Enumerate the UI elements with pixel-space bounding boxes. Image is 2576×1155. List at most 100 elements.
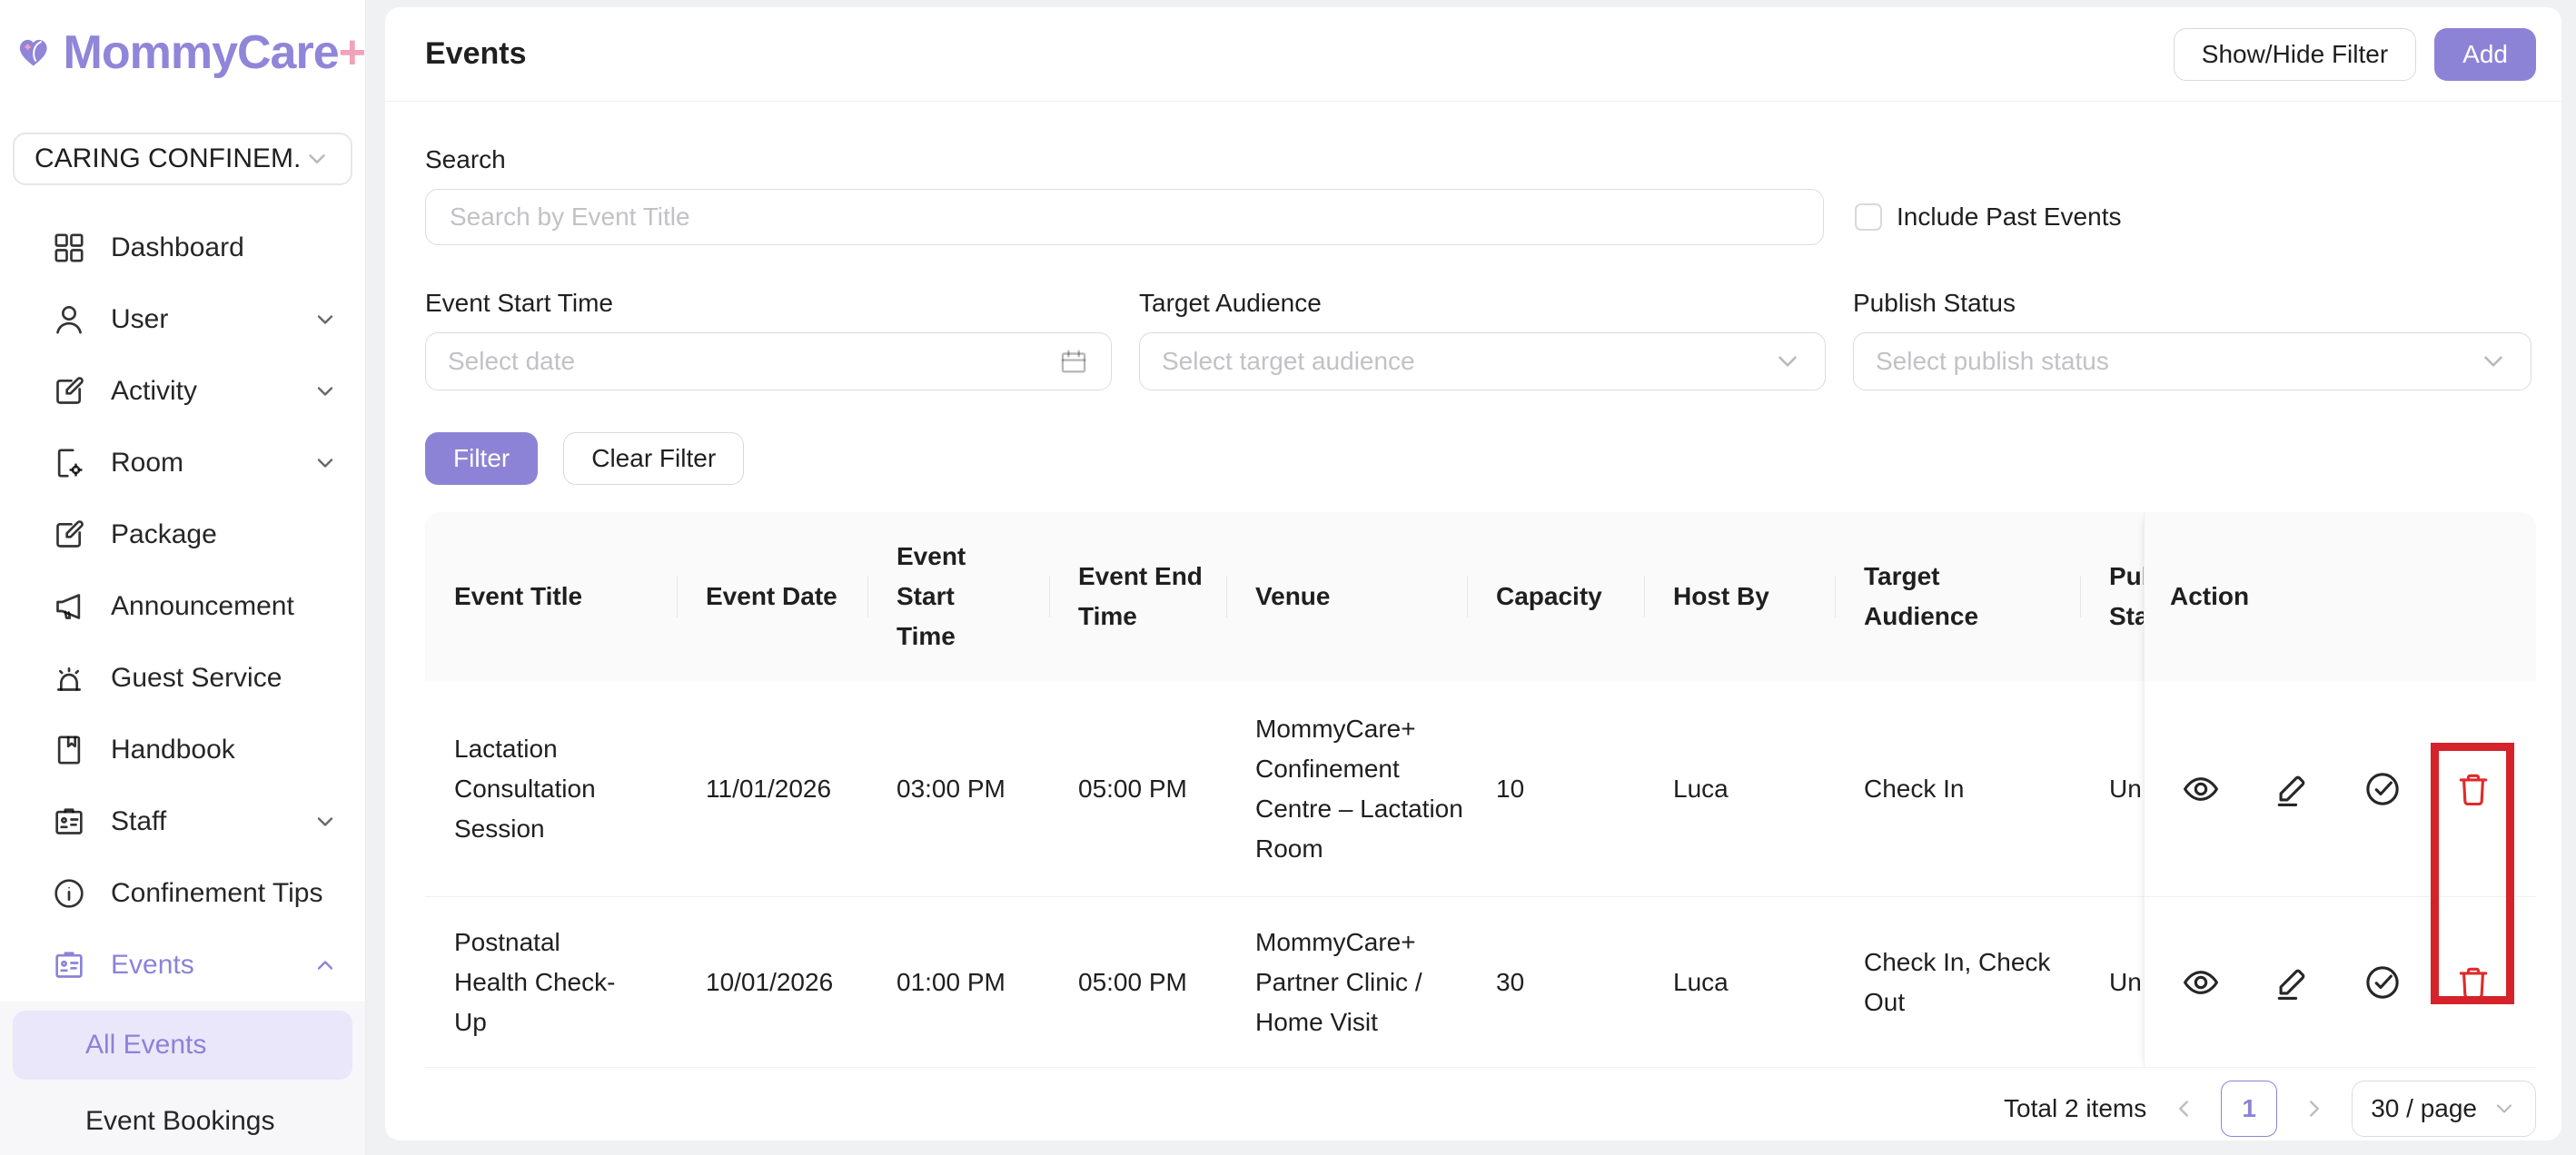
search-label: Search xyxy=(425,145,2536,174)
company-selector-value: CARING CONFINEM... xyxy=(35,143,303,174)
sidebar: MommyCare+ CARING CONFINEM... Dashboard … xyxy=(0,0,366,1155)
heart-logo-icon xyxy=(16,15,51,90)
book-icon xyxy=(51,732,87,768)
search-row: Include Past Events xyxy=(425,189,2536,245)
target-audience-cell: Check In xyxy=(1835,681,2080,896)
action-cell xyxy=(2145,681,2536,897)
calendar-icon xyxy=(1058,346,1089,377)
chevron-down-icon xyxy=(312,450,338,476)
megaphone-icon xyxy=(51,588,87,625)
target-audience-label: Target Audience xyxy=(1139,289,1826,318)
column-header-event-end-time: Event End Time xyxy=(1049,512,1226,681)
sidebar-item-confinement-tips[interactable]: Confinement Tips xyxy=(0,858,365,930)
edit-event-icon[interactable] xyxy=(2272,962,2312,1002)
user-icon xyxy=(51,301,87,338)
page-size-select[interactable]: 30 / page xyxy=(2352,1081,2536,1137)
event-start-time-cell: 03:00 PM xyxy=(867,681,1049,896)
event-title-cell: Lactation Consultation Session xyxy=(425,681,677,896)
chevron-down-icon xyxy=(2478,346,2509,377)
view-event-icon[interactable] xyxy=(2181,769,2221,809)
column-header-event-start-time: Event Start Time xyxy=(867,512,1049,681)
sidebar-item-guest-service[interactable]: Guest Service xyxy=(0,643,365,715)
host-by-cell: Luca xyxy=(1644,897,1835,1067)
events-table: Event Title Event Date Event Start Time … xyxy=(425,512,2536,1068)
capacity-cell: 30 xyxy=(1467,897,1644,1067)
sidebar-item-dashboard[interactable]: Dashboard xyxy=(0,212,365,284)
event-start-time-field: Event Start Time xyxy=(425,289,1112,390)
dashboard-icon xyxy=(51,230,87,266)
previous-page-icon[interactable] xyxy=(2170,1095,2197,1122)
column-header-event-date: Event Date xyxy=(677,512,867,681)
next-page-icon[interactable] xyxy=(2301,1095,2328,1122)
date-picker[interactable] xyxy=(425,332,1112,390)
filter-button[interactable]: Filter xyxy=(425,432,538,485)
publish-event-icon[interactable] xyxy=(2363,962,2403,1002)
sidebar-item-room[interactable]: Room xyxy=(0,428,365,499)
header-actions: Show/Hide Filter Add xyxy=(2174,28,2536,81)
events-card: Events Show/Hide Filter Add Search Inclu… xyxy=(385,7,2561,1140)
delete-event-icon[interactable] xyxy=(2453,769,2493,809)
sidebar-item-activity[interactable]: Activity xyxy=(0,356,365,428)
chevron-down-icon xyxy=(312,379,338,404)
chevron-down-icon xyxy=(2492,1096,2517,1121)
column-header-venue: Venue xyxy=(1226,512,1467,681)
show-hide-filter-button[interactable]: Show/Hide Filter xyxy=(2174,28,2416,81)
sidebar-item-all-events[interactable]: All Events xyxy=(13,1011,352,1080)
include-past-events-label: Include Past Events xyxy=(1897,202,2121,232)
column-header-capacity: Capacity xyxy=(1467,512,1644,681)
venue-cell: MommyCare+ Confinement Centre – Lactatio… xyxy=(1226,681,1467,896)
add-button[interactable]: Add xyxy=(2434,28,2536,81)
pagination: Total 2 items 1 30 / page xyxy=(425,1081,2536,1137)
chevron-down-icon xyxy=(312,307,338,332)
sidebar-item-event-bookings[interactable]: Event Bookings xyxy=(13,1087,352,1155)
search-input[interactable] xyxy=(425,189,1824,245)
events-icon xyxy=(51,947,87,983)
sidebar-item-user[interactable]: User xyxy=(0,284,365,356)
event-date-cell: 10/01/2026 xyxy=(677,897,867,1067)
sidebar-item-handbook[interactable]: Handbook xyxy=(0,715,365,786)
event-date-cell: 11/01/2026 xyxy=(677,681,867,896)
target-audience-select[interactable]: Select target audience xyxy=(1139,332,1826,390)
info-circle-icon xyxy=(51,875,87,912)
date-input[interactable] xyxy=(448,333,1058,390)
event-title-cell: Postnatal Health Check-Up xyxy=(425,897,677,1067)
company-selector[interactable]: CARING CONFINEM... xyxy=(13,133,352,185)
sidebar-menu: Dashboard User Activity Room Package Ann… xyxy=(0,212,365,1002)
column-header-action: Action xyxy=(2145,512,2536,681)
edit-event-icon[interactable] xyxy=(2272,769,2312,809)
venue-cell: MommyCare+ Partner Clinic / Home Visit xyxy=(1226,897,1467,1067)
service-bell-icon xyxy=(51,660,87,696)
host-by-cell: Luca xyxy=(1644,681,1835,896)
chevron-up-icon xyxy=(312,953,338,978)
publish-event-icon[interactable] xyxy=(2363,769,2403,809)
brand-logo: MommyCare+ xyxy=(0,0,365,94)
include-past-events-option[interactable]: Include Past Events xyxy=(1855,202,2121,232)
view-event-icon[interactable] xyxy=(2181,962,2221,1002)
column-header-target-audience: Target Audience xyxy=(1835,512,2080,681)
sidebar-item-package[interactable]: Package xyxy=(0,499,365,571)
clear-filter-button[interactable]: Clear Filter xyxy=(563,432,744,485)
package-icon xyxy=(51,517,87,553)
column-header-host-by: Host By xyxy=(1644,512,1835,681)
sidebar-item-staff[interactable]: Staff xyxy=(0,786,365,858)
chevron-down-icon xyxy=(312,809,338,834)
delete-event-icon[interactable] xyxy=(2453,962,2493,1002)
chevron-down-icon xyxy=(1772,346,1803,377)
chevron-down-icon xyxy=(303,145,331,173)
page-number-button[interactable]: 1 xyxy=(2221,1081,2277,1137)
capacity-cell: 10 xyxy=(1467,681,1644,896)
publish-status-field: Publish Status Select publish status xyxy=(1853,289,2531,390)
publish-status-label: Publish Status xyxy=(1853,289,2531,318)
event-end-time-cell: 05:00 PM xyxy=(1049,897,1226,1067)
sidebar-item-events[interactable]: Events xyxy=(0,930,365,1002)
include-past-events-checkbox[interactable] xyxy=(1855,203,1882,231)
main-content: Events Show/Hide Filter Add Search Inclu… xyxy=(367,0,2576,1155)
sidebar-item-announcement[interactable]: Announcement xyxy=(0,571,365,643)
event-start-time-cell: 01:00 PM xyxy=(867,897,1049,1067)
target-audience-cell: Check In, Check Out xyxy=(1835,897,2080,1067)
event-end-time-cell: 05:00 PM xyxy=(1049,681,1226,896)
page-title: Events xyxy=(425,36,527,72)
column-header-event-title: Event Title xyxy=(425,512,677,681)
publish-status-select[interactable]: Select publish status xyxy=(1853,332,2531,390)
target-audience-field: Target Audience Select target audience xyxy=(1139,289,1826,390)
